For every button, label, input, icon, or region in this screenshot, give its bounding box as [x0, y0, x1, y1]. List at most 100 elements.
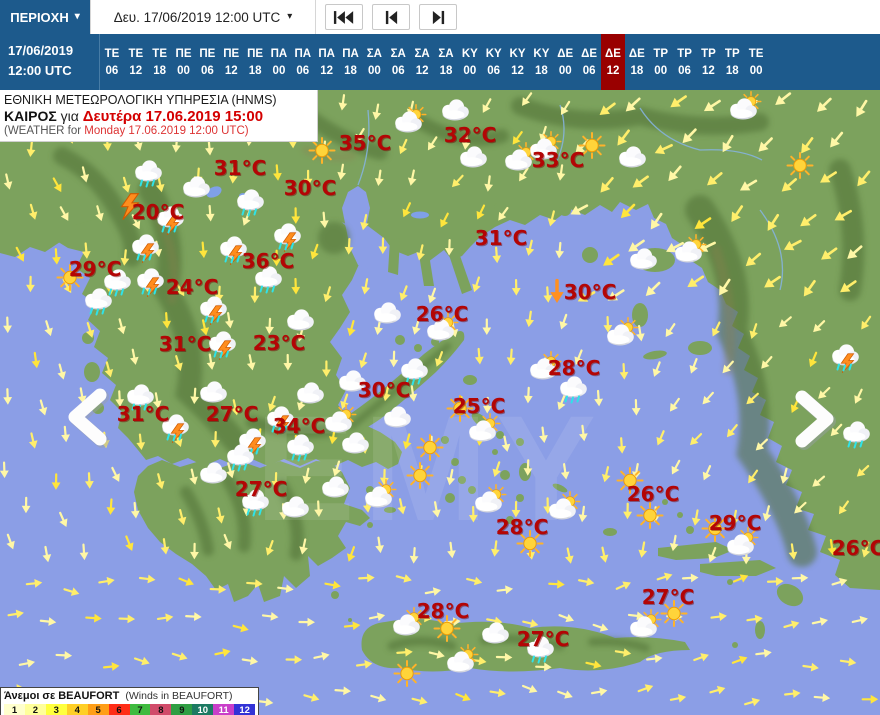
timeline-slot-ΔΕ-12[interactable]: ΔΕ 12 [601, 34, 625, 90]
timeline-slot-ΠΕ-00[interactable]: ΠΕ 00 [172, 34, 196, 90]
slot-day: ΚΥ [485, 47, 502, 60]
temperature-label: 28°C [547, 356, 601, 380]
timeline-current-datetime: 17/06/2019 12:00 UTC [0, 34, 100, 90]
legend-cell-3: 3 [45, 704, 67, 715]
pan-left-button[interactable] [62, 386, 114, 453]
timeline-slot-ΤΡ-00[interactable]: ΤΡ 00 [649, 34, 673, 90]
timeline-slot-ΚΥ-00[interactable]: ΚΥ 00 [458, 34, 482, 90]
temperature-label: 34°C [272, 414, 326, 438]
slot-day: ΠΑ [342, 47, 359, 60]
timeline-slot-ΣΑ-12[interactable]: ΣΑ 12 [410, 34, 434, 90]
timeline-bar: 17/06/2019 12:00 UTC ΤΕ 06 ΤΕ 12 ΤΕ 18 ΠΕ 00 ΠΕ 0… [0, 34, 880, 90]
timeline-slot-ΠΕ-12[interactable]: ΠΕ 12 [219, 34, 243, 90]
slot-day: ΤΕ [152, 47, 167, 60]
slot-day: ΣΑ [414, 47, 430, 60]
datetime-dropdown-button[interactable]: Δευ. 17/06/2019 12:00 UTC ▾ [90, 0, 316, 34]
temperature-label: 29°C [68, 257, 122, 281]
mountain-olympus [318, 222, 350, 254]
slot-hour: 00 [177, 64, 190, 77]
slot-hour: 06 [296, 64, 310, 77]
temperature-label: 28°C [416, 599, 470, 623]
slot-hour: 18 [725, 64, 739, 77]
slot-hour: 18 [248, 64, 262, 77]
timeline-slot-ΚΥ-18[interactable]: ΚΥ 18 [529, 34, 553, 90]
slot-hour: 18 [153, 64, 167, 77]
slot-day: ΤΡ [701, 47, 716, 60]
slot-hour: 06 [582, 64, 596, 77]
legend-cell-2: 2 [24, 704, 46, 715]
slot-day: ΔΕ [628, 47, 645, 60]
slot-hour: 12 [511, 64, 524, 77]
temperature-label: 30°C [563, 280, 617, 304]
slot-day: ΤΕ [128, 47, 144, 60]
skip-to-start-button[interactable] [325, 4, 363, 30]
timeline-slot-ΤΡ-18[interactable]: ΤΡ 18 [720, 34, 744, 90]
chevron-left-icon [68, 388, 109, 448]
timeline-slot-ΚΥ-06[interactable]: ΚΥ 06 [482, 34, 506, 90]
temperature-label: 31°C [116, 402, 170, 426]
temperature-label: 31°C [474, 226, 528, 250]
slot-hour: 00 [654, 64, 668, 77]
forecast-title: ΚΑΙΡΟΣ για Δευτέρα 17.06.2019 15:00 [4, 108, 264, 125]
timeline-slot-ΣΑ-18[interactable]: ΣΑ 18 [434, 34, 458, 90]
slot-day: ΣΑ [390, 47, 406, 60]
timeline-date: 17/06/2019 [8, 43, 74, 58]
step-back-button[interactable] [372, 4, 410, 30]
step-back-icon [385, 10, 397, 24]
slot-day: ΚΥ [509, 47, 526, 60]
pan-right-button[interactable] [788, 388, 840, 455]
slot-hour: 06 [105, 64, 119, 77]
timeline-slot-ΔΕ-18[interactable]: ΔΕ 18 [625, 34, 649, 90]
timeline-slot-ΤΕ-00[interactable]: ΤΕ 00 [744, 34, 768, 90]
timeline-slot-ΠΑ-00[interactable]: ΠΑ 00 [267, 34, 291, 90]
legend-cell-4: 4 [66, 704, 88, 715]
temperature-label: 26°C [415, 302, 469, 326]
timeline-slot-ΣΑ-06[interactable]: ΣΑ 06 [386, 34, 410, 90]
legend-title: Άνεμοι σε BEAUFORT (Winds in BEAUFORT) [4, 690, 233, 702]
region-dropdown-button[interactable]: ΠΕΡΙΟΧΗ ▾ [0, 0, 90, 34]
legend-cell-10: 10 [192, 704, 214, 715]
timeline-slot-ΤΡ-12[interactable]: ΤΡ 12 [696, 34, 720, 90]
legend-cell-9: 9 [171, 704, 193, 715]
timeline-slot-ΣΑ-00[interactable]: ΣΑ 00 [362, 34, 386, 90]
timeline-slot-ΤΕ-12[interactable]: ΤΕ 12 [124, 34, 148, 90]
timeline-slot-ΠΑ-06[interactable]: ΠΑ 06 [291, 34, 315, 90]
slot-hour: 18 [439, 64, 453, 77]
legend-cell-11: 11 [213, 704, 235, 715]
slot-hour: 00 [463, 64, 477, 77]
temperature-label: 27°C [641, 585, 695, 609]
slot-hour: 06 [678, 64, 691, 77]
slot-day: ΔΕ [605, 47, 621, 60]
weather-map[interactable]: ΕΜΥ ΕΘΝΙΚΗ ΜΕΤΕΩΡΟΛΟΓΙΚΗ ΥΠΗΡΕΣΙΑ (HNMS)… [0, 90, 880, 715]
region-dropdown-label: ΠΕΡΙΟΧΗ [10, 9, 69, 25]
slot-day: ΣΑ [366, 47, 382, 60]
slot-day: ΔΕ [581, 47, 598, 60]
temperature-label: 29°C [708, 511, 762, 535]
timeline-slot-ΤΕ-18[interactable]: ΤΕ 18 [148, 34, 172, 90]
slot-hour: 06 [391, 64, 405, 77]
legend-cell-7: 7 [129, 704, 151, 715]
timeline-slot-ΠΑ-12[interactable]: ΠΑ 12 [315, 34, 339, 90]
timeline-slot-ΤΡ-06[interactable]: ΤΡ 06 [673, 34, 697, 90]
step-forward-icon [432, 10, 444, 24]
timeline-slot-ΚΥ-12[interactable]: ΚΥ 12 [506, 34, 530, 90]
timeline-slot-ΠΕ-18[interactable]: ΠΕ 18 [243, 34, 267, 90]
temperature-label: 24°C [165, 275, 219, 299]
step-forward-button[interactable] [419, 4, 457, 30]
timeline-slot-ΠΑ-18[interactable]: ΠΑ 18 [339, 34, 363, 90]
timeline-slot-ΤΕ-06[interactable]: ΤΕ 06 [100, 34, 124, 90]
slot-hour: 12 [702, 64, 715, 77]
temperature-label: 36°C [241, 249, 295, 273]
legend-cell-1: 1 [4, 704, 25, 715]
slot-day: ΠΕ [175, 47, 192, 60]
legend-cell-5: 5 [87, 704, 109, 715]
slot-day: ΠΑ [294, 47, 312, 60]
temperature-label: 25°C [452, 394, 506, 418]
timeline-slot-ΠΕ-06[interactable]: ΠΕ 06 [195, 34, 219, 90]
slot-hour: 00 [272, 64, 286, 77]
slot-hour: 12 [415, 64, 429, 77]
timeline-slot-ΔΕ-00[interactable]: ΔΕ 00 [553, 34, 577, 90]
timeline-slot-ΔΕ-06[interactable]: ΔΕ 06 [577, 34, 601, 90]
slot-day: ΠΕ [199, 47, 216, 60]
temperature-label: 20°C [131, 200, 185, 224]
